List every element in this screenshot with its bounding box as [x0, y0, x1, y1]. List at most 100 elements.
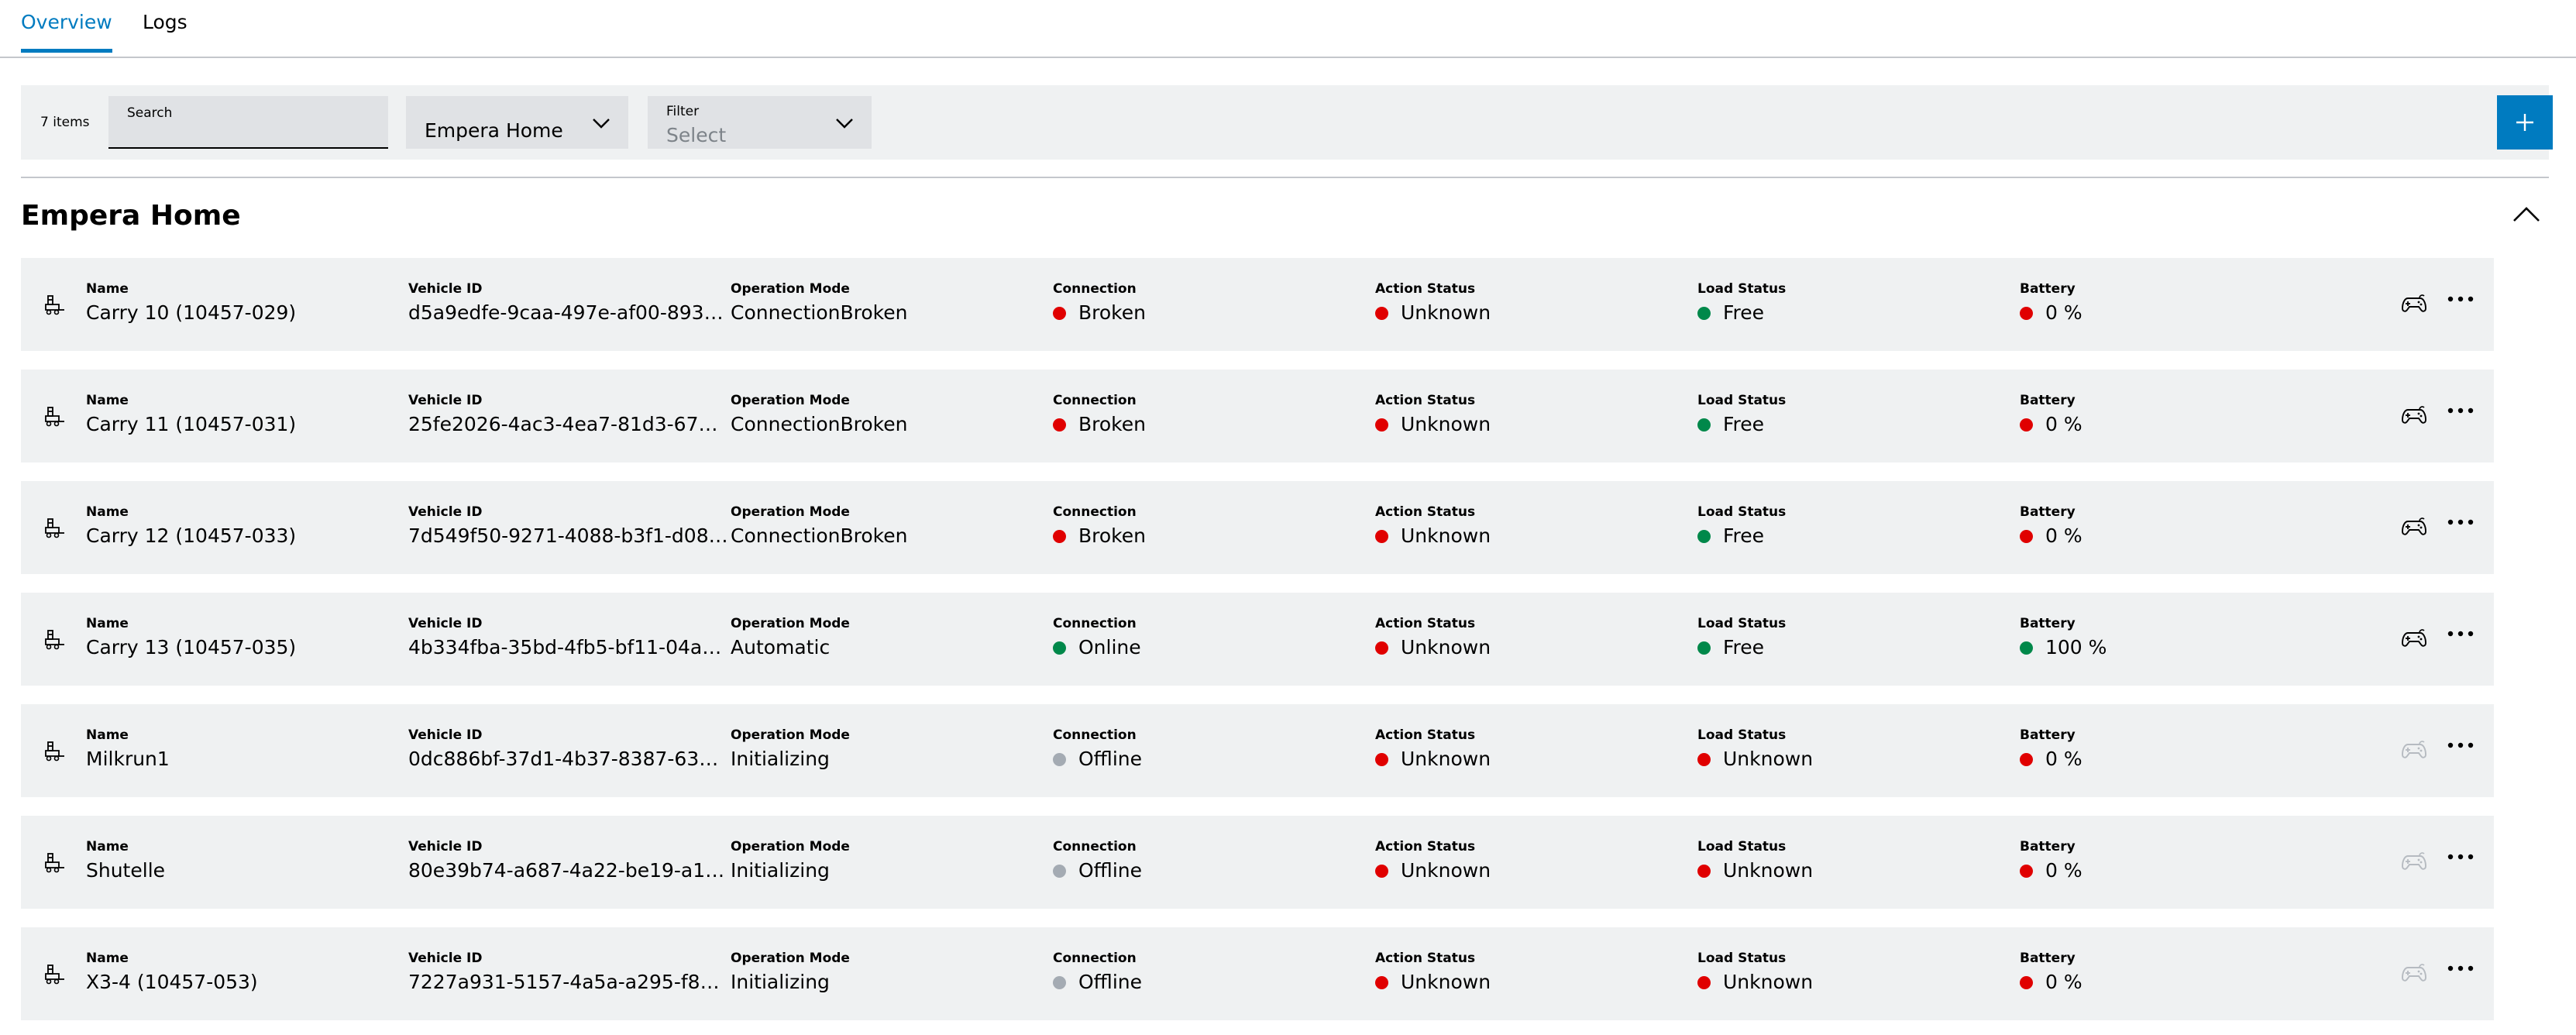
bat-cell: Battery 100 % [2020, 616, 2330, 658]
vehicle-row[interactable]: Name Carry 11 (10457-031) Vehicle ID 25fe20… [21, 370, 2494, 462]
filter-select[interactable]: Filter Select [648, 96, 872, 149]
cell-value: Unknown [1697, 971, 2007, 993]
column-label: Battery [2020, 951, 2076, 966]
cell-value: Carry 13 (10457-035) [86, 636, 396, 658]
load-status-value: Free [1723, 524, 1765, 547]
search-label: Search [127, 105, 173, 121]
load-status-value: Unknown [1723, 859, 1814, 882]
conn-cell: Connection Offline [1053, 951, 1363, 993]
column-label: Connection [1053, 393, 1137, 408]
cell-value: 0 % [2020, 971, 2330, 993]
status-dot [1375, 530, 1388, 543]
column-label: Action Status [1375, 839, 1476, 854]
column-label: Name [86, 839, 129, 854]
name-cell: Name Carry 12 (10457-033) [86, 504, 396, 547]
cell-value: Free [1697, 524, 2007, 547]
op-cell: Operation Mode Initializing [731, 727, 1040, 770]
vehicle-row[interactable]: Name Carry 13 (10457-035) Vehicle ID 4b334f… [21, 593, 2494, 686]
gamepad-icon[interactable] [2401, 404, 2427, 427]
operation-mode-value: Initializing [731, 859, 830, 882]
status-dot [1053, 753, 1066, 766]
load-status-value: Free [1723, 636, 1765, 658]
cell-value: X3-4 (10457-053) [86, 971, 396, 993]
cell-value: Unknown [1375, 636, 1685, 658]
conn-cell: Connection Offline [1053, 727, 1363, 770]
vehicle-icon [45, 965, 64, 985]
cell-value: 7d549f50-9271-4088-b3f1-d08cbf... [408, 524, 728, 547]
more-icon[interactable] [2447, 405, 2474, 416]
act-cell: Action Status Unknown [1375, 839, 1685, 882]
chevron-down-icon [836, 119, 853, 129]
status-dot [1053, 976, 1066, 989]
column-label: Action Status [1375, 281, 1476, 297]
gamepad-icon[interactable] [2401, 515, 2427, 538]
search-input[interactable]: Search [108, 96, 388, 149]
vehicle-icon [45, 630, 64, 650]
act-cell: Action Status Unknown [1375, 616, 1685, 658]
cell-value: 0 % [2020, 748, 2330, 770]
filter-placeholder: Select [666, 124, 727, 146]
column-label: Name [86, 616, 129, 631]
bat-cell: Battery 0 % [2020, 393, 2330, 435]
cell-value: Shutelle [86, 859, 396, 882]
column-label: Action Status [1375, 393, 1476, 408]
column-label: Operation Mode [731, 839, 850, 854]
bat-cell: Battery 0 % [2020, 281, 2330, 324]
column-label: Load Status [1697, 281, 1787, 297]
column-label: Action Status [1375, 616, 1476, 631]
cell-value: Unknown [1375, 301, 1685, 324]
vid-cell: Vehicle ID 7d549f50-9271-4088-b3f1-d08cbf… [408, 504, 728, 547]
vehicle-row[interactable]: Name Carry 10 (10457-029) Vehicle ID d5a9ed… [21, 258, 2494, 351]
tab-overview[interactable]: Overview [21, 11, 112, 53]
site-select[interactable]: Empera Home [406, 96, 628, 149]
chevron-up-icon[interactable] [2512, 205, 2541, 223]
vehicle-icon [45, 853, 64, 873]
connection-value: Broken [1078, 301, 1146, 324]
op-cell: Operation Mode ConnectionBroken [731, 281, 1040, 324]
more-icon[interactable] [2447, 294, 2474, 304]
column-label: Load Status [1697, 727, 1787, 743]
operation-mode-value: Automatic [731, 636, 831, 658]
vehicle-id-value: 7d549f50-9271-4088-b3f1-d08cbf... [408, 524, 728, 547]
cell-value: Unknown [1375, 971, 1685, 993]
name-cell: Name Shutelle [86, 839, 396, 882]
column-label: Connection [1053, 951, 1137, 966]
cell-value: Broken [1053, 413, 1363, 435]
cell-value: 7227a931-5157-4a5a-a295-f8877... [408, 971, 728, 993]
more-icon[interactable] [2447, 628, 2474, 639]
bat-cell: Battery 0 % [2020, 951, 2330, 993]
status-dot [1053, 307, 1066, 320]
name-value: Shutelle [86, 859, 166, 882]
column-label: Name [86, 951, 129, 966]
vid-cell: Vehicle ID 25fe2026-4ac3-4ea7-81d3-67099.… [408, 393, 728, 435]
toolbar: 7 items Search Empera Home Filter Select [21, 85, 2553, 160]
more-icon[interactable] [2447, 963, 2474, 974]
vehicle-icon [45, 518, 64, 538]
cell-value: Unknown [1375, 524, 1685, 547]
add-vehicle-button[interactable] [2497, 95, 2553, 150]
vehicle-id-value: 7227a931-5157-4a5a-a295-f8877... [408, 971, 728, 993]
status-dot [1697, 418, 1711, 432]
gamepad-icon [2402, 741, 2426, 758]
gamepad-icon [2402, 852, 2426, 870]
gamepad-icon[interactable] [2401, 292, 2427, 315]
op-cell: Operation Mode ConnectionBroken [731, 393, 1040, 435]
column-label: Operation Mode [731, 727, 850, 743]
vehicle-row[interactable]: Name Shutelle Vehicle ID 80e39b74-a687-4a22… [21, 816, 2494, 909]
conn-cell: Connection Broken [1053, 504, 1363, 547]
vehicle-row[interactable]: Name X3-4 (10457-053) Vehicle ID 7227a931-5… [21, 927, 2494, 1020]
tab-logs[interactable]: Logs [143, 11, 187, 49]
cell-value: Free [1697, 636, 2007, 658]
more-icon[interactable] [2447, 851, 2474, 862]
vehicle-row[interactable]: Name Milkrun1 Vehicle ID 0dc886bf-37d1-4b37… [21, 704, 2494, 797]
more-icon[interactable] [2447, 517, 2474, 528]
status-dot [2020, 753, 2033, 766]
column-label: Load Status [1697, 504, 1787, 520]
cell-value: 0 % [2020, 524, 2330, 547]
more-icon[interactable] [2447, 740, 2474, 751]
gamepad-icon[interactable] [2401, 627, 2427, 650]
column-label: Connection [1053, 616, 1137, 631]
status-dot [1375, 641, 1388, 655]
cell-value: Broken [1053, 524, 1363, 547]
vehicle-row[interactable]: Name Carry 12 (10457-033) Vehicle ID 7d549f… [21, 481, 2494, 574]
